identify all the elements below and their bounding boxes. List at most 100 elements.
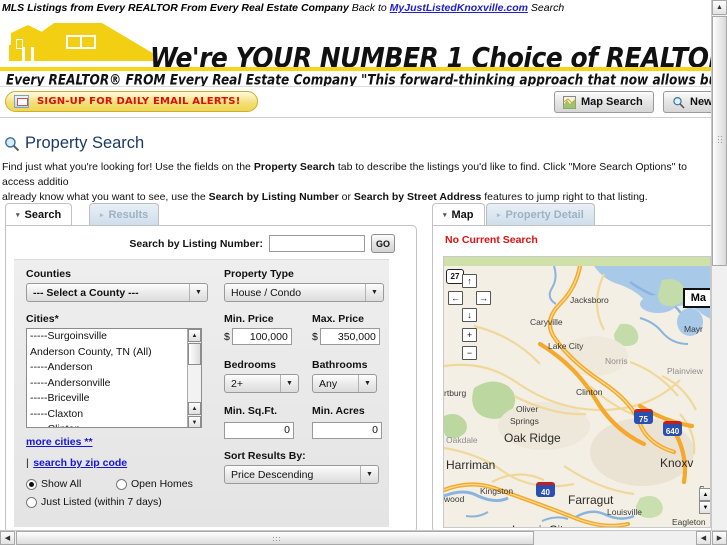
- scroll-down-icon[interactable]: ▼: [699, 501, 710, 514]
- chevron-down-icon: ▾: [443, 211, 447, 219]
- listing-number-go-button[interactable]: GO: [371, 234, 395, 253]
- list-item[interactable]: -----Anderson: [27, 360, 201, 376]
- house-logo-icon: [9, 23, 156, 61]
- min-sqft-label: Min. Sq.Ft.: [224, 405, 278, 417]
- sort-results-select[interactable]: Price Descending ▼: [224, 465, 379, 484]
- listing-filter-radios: Show All Open Homes Just Listed (within …: [26, 478, 216, 508]
- map-zoom-in-button[interactable]: +: [462, 328, 477, 342]
- search-panel: ▸ Results ▾ Search Search by Listing Num…: [5, 203, 417, 533]
- intro-text-2b: Search by Listing Number: [208, 191, 339, 203]
- list-item[interactable]: -----Surgoinsville: [27, 329, 201, 345]
- map-place-label: Louisville: [607, 507, 642, 517]
- sort-results-value: Price Descending: [231, 468, 314, 481]
- scroll-up-icon[interactable]: ▲: [712, 0, 727, 15]
- tab-map-label: Map: [451, 208, 474, 221]
- map-place-label: Plainview: [667, 366, 703, 376]
- scroll-up-icon[interactable]: ▲: [699, 488, 710, 501]
- radio-just-listed[interactable]: Just Listed (within 7 days): [26, 496, 216, 508]
- search-by-zip-link[interactable]: search by zip code: [33, 457, 127, 469]
- min-sqft-input[interactable]: [224, 421, 294, 439]
- intro-text-1b: Property Search: [253, 161, 335, 173]
- map-place-label: Alcoa: [631, 526, 652, 527]
- scroll-left-icon[interactable]: ◀: [0, 531, 15, 545]
- topbar-backto-label: Back to: [351, 2, 387, 14]
- page-horizontal-scrollbar[interactable]: ◀ ◀ ▶: [0, 530, 727, 545]
- scroll-left-icon-2[interactable]: ◀: [696, 531, 711, 545]
- go-label: GO: [375, 238, 390, 249]
- radio-icon: [116, 478, 127, 490]
- sort-results-field: Sort Results By: Price Descending ▼: [224, 450, 379, 484]
- map-pan-down-button[interactable]: ↓: [462, 308, 477, 322]
- scroll-right-icon[interactable]: ▶: [712, 531, 727, 545]
- max-price-field: Max. Price $: [312, 313, 380, 345]
- property-type-select[interactable]: House / Condo ▼: [224, 283, 384, 302]
- bathrooms-value: Any: [319, 377, 338, 390]
- tab-search-label: Search: [24, 208, 62, 221]
- map-pan-up-button[interactable]: ↑: [462, 274, 477, 288]
- scroll-up-icon[interactable]: ▲: [188, 402, 201, 415]
- scroll-up-icon[interactable]: ▲: [188, 329, 201, 342]
- page-vertical-scrollbar[interactable]: ▲: [711, 0, 727, 531]
- tab-results[interactable]: ▸ Results: [89, 203, 160, 225]
- radio-open-homes[interactable]: Open Homes: [116, 478, 193, 490]
- scrollbar-thumb[interactable]: [712, 16, 727, 266]
- bedrooms-value: 2+: [231, 377, 243, 390]
- email-alerts-button[interactable]: SIGN-UP FOR DAILY EMAIL ALERTS!: [5, 91, 258, 112]
- list-item[interactable]: Anderson County, TN (All): [27, 345, 201, 361]
- topbar-lead: MLS Listings from Every REALTOR From Eve…: [2, 2, 349, 14]
- scroll-down-icon[interactable]: ▼: [188, 416, 201, 427]
- mail-icon: [14, 95, 29, 108]
- counties-label: Counties: [26, 268, 71, 280]
- list-item[interactable]: -----Andersonville: [27, 376, 201, 392]
- tab-property-detail[interactable]: ▸ Property Detail: [486, 203, 595, 225]
- cities-label: Cities*: [26, 313, 59, 325]
- map-pan-left-button[interactable]: ←: [448, 291, 463, 305]
- map-scrollbar[interactable]: ▲ ▼: [699, 488, 710, 527]
- min-acres-label: Min. Acres: [312, 405, 365, 417]
- chevron-down-icon: ▼: [189, 284, 207, 301]
- map-pan-right-button[interactable]: →: [476, 291, 491, 305]
- map-place-label: Oliver: [516, 404, 539, 414]
- county-select[interactable]: --- Select a County --- ▼: [26, 283, 208, 302]
- tab-map[interactable]: ▾ Map: [432, 203, 485, 225]
- listing-number-row: Search by Listing Number: GO: [6, 234, 395, 253]
- scrollbar-grip: [272, 536, 282, 543]
- map-icon: [563, 95, 576, 109]
- cities-listbox[interactable]: -----Surgoinsville Anderson County, TN (…: [26, 328, 202, 428]
- cities-scrollbar[interactable]: ▲ ▲ ▼: [187, 329, 201, 427]
- page-title-text: Property Search: [25, 134, 145, 152]
- scrollbar-thumb[interactable]: [188, 343, 201, 365]
- map-place-label: Clinton: [576, 387, 603, 397]
- map-zoom-out-button[interactable]: −: [462, 346, 477, 360]
- banner-subline: Every REALTOR® FROM Every Real Estate Co…: [6, 71, 711, 86]
- status-badge: No Current Search: [445, 234, 538, 246]
- min-price-input[interactable]: [231, 328, 292, 345]
- bedrooms-select[interactable]: 2+ ▼: [224, 374, 299, 393]
- map-top-band: [444, 257, 710, 266]
- email-alerts-label: SIGN-UP FOR DAILY EMAIL ALERTS!: [37, 96, 241, 107]
- map-place-label: Lake City: [548, 341, 584, 351]
- more-cities-link[interactable]: more cities **: [26, 436, 93, 448]
- map-place-label: Mayr: [684, 324, 703, 334]
- list-item[interactable]: -----Briceville: [27, 391, 201, 407]
- list-item[interactable]: -----Clinton: [27, 422, 201, 427]
- topbar-home-link[interactable]: MyJustListedKnoxville.com: [390, 2, 528, 14]
- map-canvas[interactable]: 27 ↑ ← → ↓ + − 75 640 40 Jacksboro Caryv…: [444, 263, 710, 527]
- chevron-down-icon: ▼: [360, 466, 378, 483]
- scrollbar-thumb[interactable]: [16, 531, 534, 545]
- tab-search[interactable]: ▾ Search: [5, 203, 73, 225]
- list-item[interactable]: -----Claxton: [27, 407, 201, 423]
- bedrooms-field: Bedrooms 2+ ▼: [224, 359, 299, 393]
- cities-field: Cities* -----Surgoinsville Anderson Coun…: [26, 313, 206, 428]
- bathrooms-select[interactable]: Any ▼: [312, 374, 377, 393]
- map-place-label: Springs: [510, 416, 539, 426]
- map-type-button[interactable]: Ma: [682, 288, 710, 308]
- map-viewport[interactable]: 27 ↑ ← → ↓ + − 75 640 40 Jacksboro Caryv…: [443, 256, 711, 528]
- map-search-button[interactable]: Map Search: [554, 91, 654, 113]
- max-price-input[interactable]: [319, 328, 380, 345]
- radio-show-all[interactable]: Show All: [26, 478, 116, 490]
- listing-number-input[interactable]: [269, 235, 365, 252]
- min-acres-input[interactable]: [312, 421, 382, 439]
- map-place-label: wood: [444, 494, 465, 504]
- map-tabstrip: ▸ Property Detail ▾ Map: [432, 203, 720, 225]
